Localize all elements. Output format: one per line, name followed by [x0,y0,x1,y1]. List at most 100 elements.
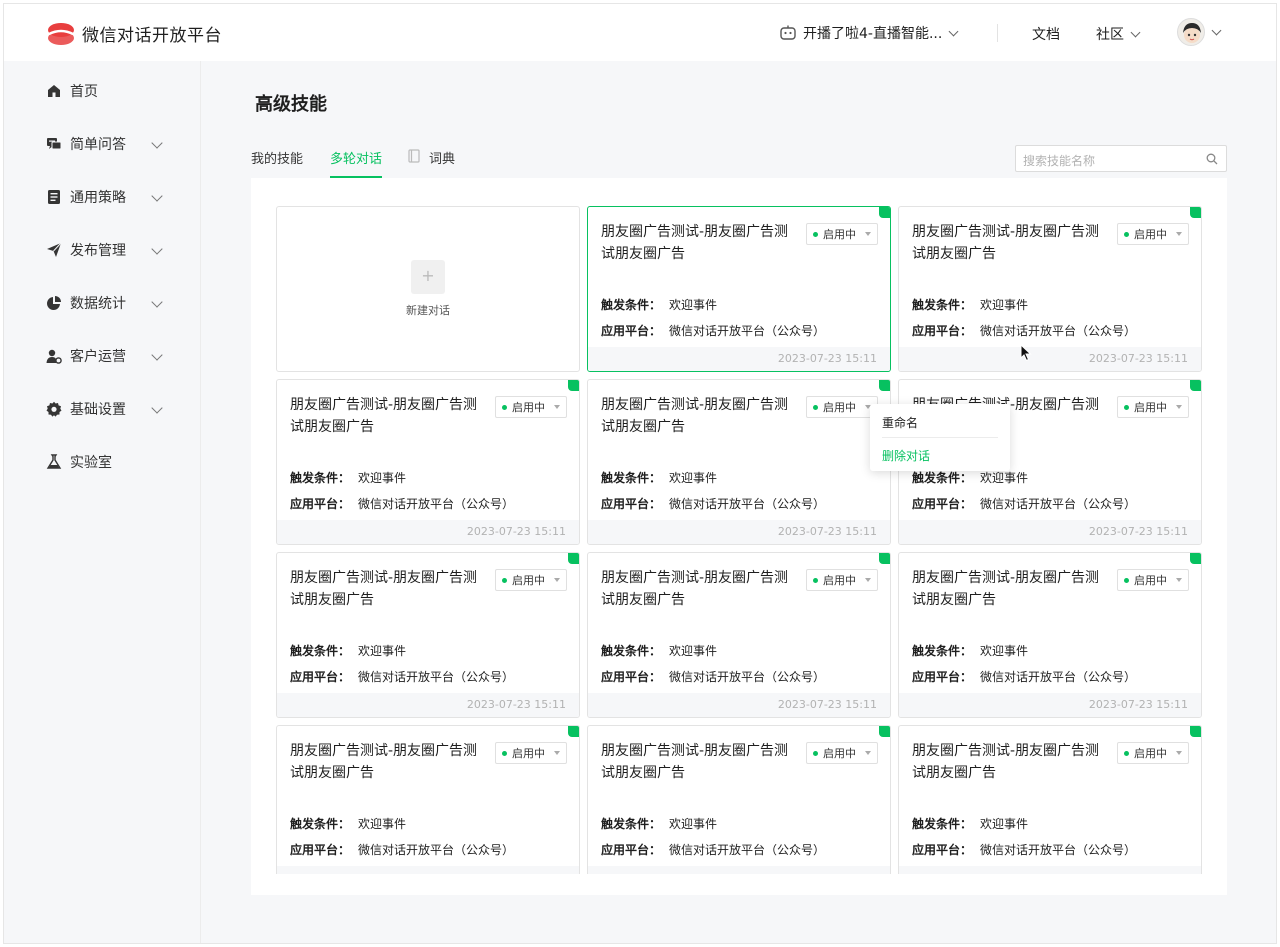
dialog-card[interactable]: 朋友圈广告测试-朋友圈广告测试朋友圈广告 启用中 触发条件： 欢迎事件 应用平台：… [587,379,891,545]
platform-row: 应用平台： 微信对话开放平台（公众号） [912,322,1136,339]
caret-down-icon [865,578,871,582]
active-corner-badge [879,553,890,564]
dialog-card[interactable]: 朋友圈广告测试-朋友圈广告测试朋友圈广告 启用中 触发条件： 欢迎事件 应用平台：… [587,552,891,718]
trigger-label: 触发条件： [601,644,662,658]
status-dropdown[interactable]: 启用中 [495,742,567,764]
trigger-label: 触发条件： [601,817,662,831]
sidebar-item-lab[interactable]: 实验室 [46,452,112,472]
status-dot-icon [1124,577,1129,583]
status-dot-icon [1124,231,1129,237]
dialog-card[interactable]: 朋友圈广告测试-朋友圈广告测试朋友圈广告 启用中 触发条件： 欢迎事件 应用平台：… [898,206,1202,372]
new-dialog-card[interactable]: + 新建对话 [276,206,580,372]
sidebar-item-label: 首页 [70,84,98,100]
dialog-card[interactable]: 朋友圈广告测试-朋友圈广告测试朋友圈广告 启用中 触发条件： 欢迎事件 应用平台：… [587,725,891,891]
dialog-card[interactable]: 朋友圈广告测试-朋友圈广告测试朋友圈广告 启用中 触发条件： 欢迎事件 应用平台：… [276,725,580,891]
sidebar-item-home[interactable]: 首页 [46,81,98,101]
status-dot-icon [813,750,818,756]
card-footer: 2023-07-23 15:11 [899,347,1201,371]
status-dot-icon [813,231,818,237]
search-placeholder: 搜索技能名称 [1023,154,1096,168]
trigger-row: 触发条件： 欢迎事件 [601,469,717,486]
status-dropdown[interactable]: 启用中 [806,396,878,418]
delete-dialog-menu-item[interactable]: 删除对话 [882,447,930,464]
active-corner-badge [568,726,579,737]
card-timestamp: 2023-07-23 15:11 [466,525,566,538]
status-dropdown[interactable]: 启用中 [806,742,878,764]
card-title: 朋友圈广告测试-朋友圈广告测试朋友圈广告 [912,570,1100,608]
dialog-card[interactable]: 朋友圈广告测试-朋友圈广告测试朋友圈广告 启用中 触发条件： 欢迎事件 应用平台：… [898,552,1202,718]
sidebar-item-label: 数据统计 [70,296,126,312]
active-corner-badge [879,380,890,391]
sidebar-item-general-strategy[interactable]: 通用策略 [46,187,163,207]
app-frame: 微信对话开放平台 开播了啦4-直播智能... 文档 社区 首页 简单问答 通用策… [3,3,1277,944]
bot-selector[interactable]: 开播了啦4-直播智能... [779,23,959,43]
trigger-value: 欢迎事件 [669,471,718,485]
user-settings-icon [46,348,62,364]
status-dropdown[interactable]: 启用中 [1117,569,1189,591]
platform-row: 应用平台： 微信对话开放平台（公众号） [912,841,1136,858]
platform-label: 应用平台： [912,324,973,338]
header-divider [997,24,998,42]
platform-row: 应用平台： 微信对话开放平台（公众号） [290,495,514,512]
trigger-value: 欢迎事件 [980,298,1029,312]
community-menu[interactable]: 社区 [1096,24,1141,44]
status-dropdown[interactable]: 启用中 [495,396,567,418]
status-dropdown[interactable]: 启用中 [495,569,567,591]
caret-down-icon [554,751,560,755]
status-dropdown[interactable]: 启用中 [806,569,878,591]
card-timestamp: 2023-07-23 15:11 [777,698,877,711]
dialog-card[interactable]: 朋友圈广告测试-朋友圈广告测试朋友圈广告 启用中 触发条件： 欢迎事件 应用平台：… [276,379,580,545]
platform-row: 应用平台： 微信对话开放平台（公众号） [601,322,825,339]
sidebar-item-statistics[interactable]: 数据统计 [46,293,163,313]
dialog-card[interactable]: 朋友圈广告测试-朋友圈广告测试朋友圈广告 启用中 触发条件： 欢迎事件 应用平台：… [898,725,1202,891]
platform-label: 应用平台： [290,497,351,511]
platform-value: 微信对话开放平台（公众号） [980,670,1137,684]
trigger-row: 触发条件： 欢迎事件 [290,815,406,832]
active-corner-badge [1190,380,1201,391]
docs-link[interactable]: 文档 [1032,24,1060,44]
card-timestamp: 2023-07-23 15:11 [777,525,877,538]
platform-row: 应用平台： 微信对话开放平台（公众号） [290,841,514,858]
status-dropdown[interactable]: 启用中 [1117,223,1189,245]
menu-divider [882,437,998,438]
card-title: 朋友圈广告测试-朋友圈广告测试朋友圈广告 [912,743,1100,781]
dialog-card[interactable]: 朋友圈广告测试-朋友圈广告测试朋友圈广告 启用中 触发条件： 欢迎事件 应用平台：… [587,206,891,372]
caret-down-icon [1176,751,1182,755]
sidebar: 首页 简单问答 通用策略 发布管理 数据统计 客户运营 基础设置 实验室 [4,61,201,943]
sidebar-item-basic-settings[interactable]: 基础设置 [46,399,163,419]
tab-multi-turn[interactable]: 多轮对话 [330,148,383,178]
sidebar-item-simple-qa[interactable]: 简单问答 [46,134,163,154]
dialog-card[interactable]: 朋友圈广告测试-朋友圈广告测试朋友圈广告 启用中 触发条件： 欢迎事件 应用平台：… [276,552,580,718]
bot-name: 开播了啦4-直播智能... [803,26,943,42]
tab-dictionary[interactable]: 词典 [408,148,455,178]
logo[interactable]: 微信对话开放平台 [46,21,222,46]
rename-menu-item[interactable]: 重命名 [882,414,918,431]
trigger-value: 欢迎事件 [669,644,718,658]
card-timestamp: 2023-07-23 15:11 [1088,698,1188,711]
active-corner-badge [1190,553,1201,564]
active-corner-badge [568,553,579,564]
chat-icon [46,136,62,152]
platform-value: 微信对话开放平台（公众号） [980,497,1137,511]
sidebar-item-customer-ops[interactable]: 客户运营 [46,346,163,366]
status-dot-icon [502,404,507,410]
card-title: 朋友圈广告测试-朋友圈广告测试朋友圈广告 [601,397,789,435]
active-corner-badge [879,726,890,737]
sidebar-item-label: 简单问答 [70,137,126,153]
user-menu[interactable] [1177,18,1222,46]
platform-value: 微信对话开放平台（公众号） [669,497,826,511]
sidebar-item-publish[interactable]: 发布管理 [46,240,163,260]
tab-my-skills[interactable]: 我的技能 [251,148,303,178]
platform-label: 应用平台： [912,843,973,857]
status-dropdown[interactable]: 启用中 [806,223,878,245]
search-input[interactable]: 搜索技能名称 [1015,145,1227,172]
chevron-down-icon [1130,27,1141,37]
tab-label: 词典 [429,152,456,167]
status-dropdown[interactable]: 启用中 [1117,742,1189,764]
search-icon[interactable] [1206,153,1218,165]
status-dropdown[interactable]: 启用中 [1117,396,1189,418]
status-label: 启用中 [823,747,856,760]
platform-value: 微信对话开放平台（公众号） [669,324,826,338]
brand-logo-icon [46,22,76,46]
skills-panel: + 新建对话 朋友圈广告测试-朋友圈广告测试朋友圈广告 启用中 触发条件： 欢迎事… [251,178,1227,895]
